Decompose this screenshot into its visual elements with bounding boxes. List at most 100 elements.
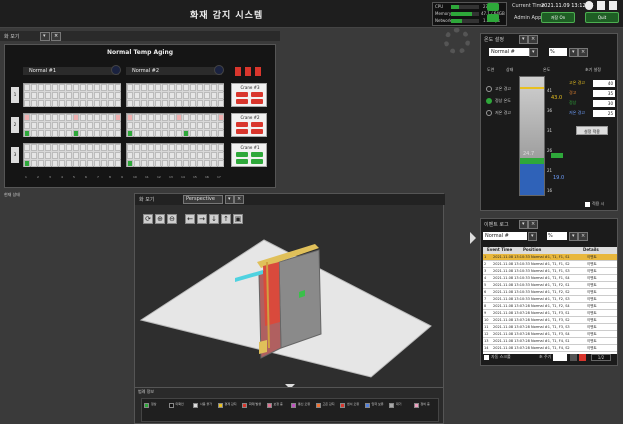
rack-cell[interactable] bbox=[66, 84, 72, 91]
rack-cell[interactable] bbox=[183, 92, 189, 99]
rack-cell[interactable] bbox=[169, 92, 175, 99]
rack-cell[interactable] bbox=[101, 84, 107, 91]
rack-cell[interactable] bbox=[73, 92, 79, 99]
rack-cell[interactable] bbox=[108, 122, 114, 129]
rack-cell[interactable] bbox=[115, 100, 121, 107]
rack-cell[interactable] bbox=[52, 100, 58, 107]
rack-cell[interactable] bbox=[101, 130, 107, 137]
rack-cell[interactable] bbox=[127, 130, 133, 137]
temp-option-radio[interactable] bbox=[486, 98, 492, 104]
rack-cell[interactable] bbox=[80, 160, 86, 167]
event-log-select[interactable]: Normal # bbox=[483, 232, 527, 240]
rack-cell[interactable] bbox=[38, 160, 44, 167]
rack-cell[interactable] bbox=[162, 92, 168, 99]
rack-cell[interactable] bbox=[211, 144, 217, 151]
rack-cell[interactable] bbox=[24, 84, 30, 91]
temp-threshold-input[interactable]: 25 bbox=[593, 110, 615, 117]
rack-cell[interactable] bbox=[59, 130, 65, 137]
rack-cell[interactable] bbox=[108, 100, 114, 107]
rack-cell[interactable] bbox=[204, 122, 210, 129]
rack-cell[interactable] bbox=[115, 144, 121, 151]
rack-cell[interactable] bbox=[45, 144, 51, 151]
rack-cell[interactable] bbox=[94, 144, 100, 151]
rack-cell[interactable] bbox=[80, 122, 86, 129]
rack-cell[interactable] bbox=[141, 100, 147, 107]
rack-cell[interactable] bbox=[38, 122, 44, 129]
rack-cell[interactable] bbox=[52, 84, 58, 91]
rack-cell[interactable] bbox=[211, 160, 217, 167]
rack-cell[interactable] bbox=[66, 130, 72, 137]
rack-cell[interactable] bbox=[31, 114, 37, 121]
rack-cell[interactable] bbox=[218, 130, 224, 137]
rack-cell[interactable] bbox=[52, 130, 58, 137]
table-row[interactable]: 11 2021.11.08 13:07:28 Normal #1, T1, F3, … bbox=[483, 324, 617, 331]
interval-input[interactable] bbox=[553, 354, 567, 361]
rack-cell[interactable] bbox=[162, 114, 168, 121]
rack-cell[interactable] bbox=[204, 130, 210, 137]
rack-cell[interactable] bbox=[101, 160, 107, 167]
rack-cell[interactable] bbox=[183, 114, 189, 121]
rack-cell[interactable] bbox=[127, 84, 133, 91]
rack-cell[interactable] bbox=[190, 144, 196, 151]
rack-cell[interactable] bbox=[101, 114, 107, 121]
rack-cell[interactable] bbox=[52, 152, 58, 159]
rack-cell[interactable] bbox=[218, 92, 224, 99]
table-row[interactable]: 12 2021.11.08 13:07:28 Normal #1, T1, F3, … bbox=[483, 331, 617, 338]
autoscroll-checkbox[interactable] bbox=[484, 355, 489, 360]
table-row[interactable]: 9 2021.11.08 13:07:28 Normal #1, T1, F3, S… bbox=[483, 310, 617, 317]
list-icon[interactable] bbox=[597, 1, 605, 10]
rack-cell[interactable] bbox=[59, 122, 65, 129]
rack-cell[interactable] bbox=[155, 92, 161, 99]
rack-cell[interactable] bbox=[141, 114, 147, 121]
rack-cell[interactable] bbox=[155, 152, 161, 159]
table-row[interactable]: 4 2021.11.08 13:10:33 Normal #1, T1, F1, S… bbox=[483, 275, 617, 282]
crane-box[interactable]: Crane #2 bbox=[231, 113, 267, 137]
rack-cell[interactable] bbox=[155, 100, 161, 107]
temp-threshold-input[interactable]: 30 bbox=[593, 100, 615, 107]
rack-cell[interactable] bbox=[127, 160, 133, 167]
rack-cell[interactable] bbox=[134, 130, 140, 137]
rack-cell[interactable] bbox=[211, 114, 217, 121]
rack-cell[interactable] bbox=[87, 92, 93, 99]
rack-cell[interactable] bbox=[169, 160, 175, 167]
rack-cell[interactable] bbox=[197, 114, 203, 121]
temp-select-arrow[interactable]: ▾ bbox=[529, 48, 538, 57]
rack-cell[interactable] bbox=[52, 122, 58, 129]
rack-cell[interactable] bbox=[24, 130, 30, 137]
rack-cell[interactable] bbox=[94, 130, 100, 137]
rack-cell[interactable] bbox=[24, 100, 30, 107]
rack-cell[interactable] bbox=[38, 144, 44, 151]
rack-cell[interactable] bbox=[24, 92, 30, 99]
rack-cell[interactable] bbox=[80, 84, 86, 91]
rack-cell[interactable] bbox=[38, 152, 44, 159]
save-toggle-button[interactable]: 저장 On bbox=[541, 12, 575, 23]
rack-cell[interactable] bbox=[80, 152, 86, 159]
rack-cell[interactable] bbox=[197, 152, 203, 159]
rack-cell[interactable] bbox=[80, 144, 86, 151]
rack-cell[interactable] bbox=[108, 92, 114, 99]
rack-cell[interactable] bbox=[176, 160, 182, 167]
rack-cell[interactable] bbox=[87, 84, 93, 91]
rack-cell[interactable] bbox=[108, 160, 114, 167]
view3d-scene[interactable] bbox=[139, 222, 439, 382]
temp-option-radio[interactable] bbox=[486, 110, 492, 116]
rack-cell[interactable] bbox=[38, 130, 44, 137]
temp-threshold-input[interactable]: 40 bbox=[593, 80, 615, 87]
table-row[interactable]: 14 2021.11.08 13:07:28 Normal #1, T1, F4, … bbox=[483, 345, 617, 352]
rack-cell[interactable] bbox=[127, 114, 133, 121]
rack-cell[interactable] bbox=[204, 160, 210, 167]
rack-cell[interactable] bbox=[108, 152, 114, 159]
rack-cell[interactable] bbox=[73, 84, 79, 91]
rack-cell[interactable] bbox=[218, 152, 224, 159]
rack-cell[interactable] bbox=[204, 144, 210, 151]
rack-cell[interactable] bbox=[108, 144, 114, 151]
temp-select-dropdown[interactable]: ▾ bbox=[519, 35, 528, 44]
rack-cell[interactable] bbox=[183, 84, 189, 91]
rack-cell[interactable] bbox=[94, 84, 100, 91]
rack-cell[interactable] bbox=[31, 122, 37, 129]
rack-cell[interactable] bbox=[197, 130, 203, 137]
rack-cell[interactable] bbox=[24, 122, 30, 129]
rack-cell[interactable] bbox=[127, 100, 133, 107]
rack-cell[interactable] bbox=[148, 122, 154, 129]
temp-percent-field[interactable]: % bbox=[549, 48, 567, 56]
